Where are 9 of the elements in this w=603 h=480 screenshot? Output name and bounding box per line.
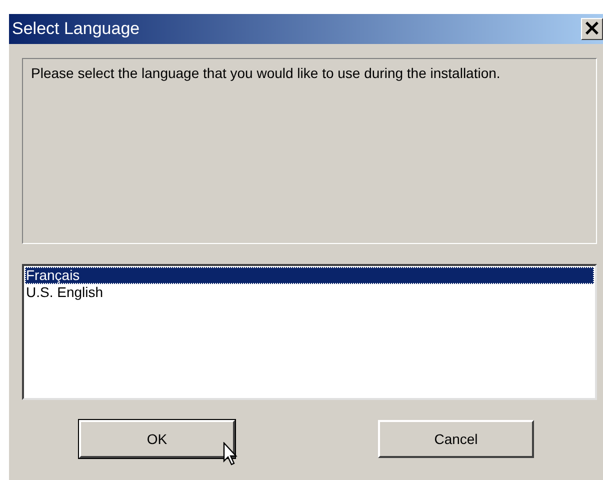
ok-button[interactable]: OK xyxy=(79,420,235,458)
mouse-pointer-icon xyxy=(223,442,239,466)
instruction-text: Please select the language that you would like to use during the installation. xyxy=(31,65,502,82)
list-item[interactable]: Français xyxy=(25,267,594,284)
language-list[interactable]: Français U.S. English xyxy=(22,264,597,400)
list-item[interactable]: U.S. English xyxy=(25,284,594,301)
close-button[interactable]: × xyxy=(581,18,603,40)
cancel-button[interactable]: Cancel xyxy=(378,420,534,458)
window-title: Select Language xyxy=(12,19,140,39)
